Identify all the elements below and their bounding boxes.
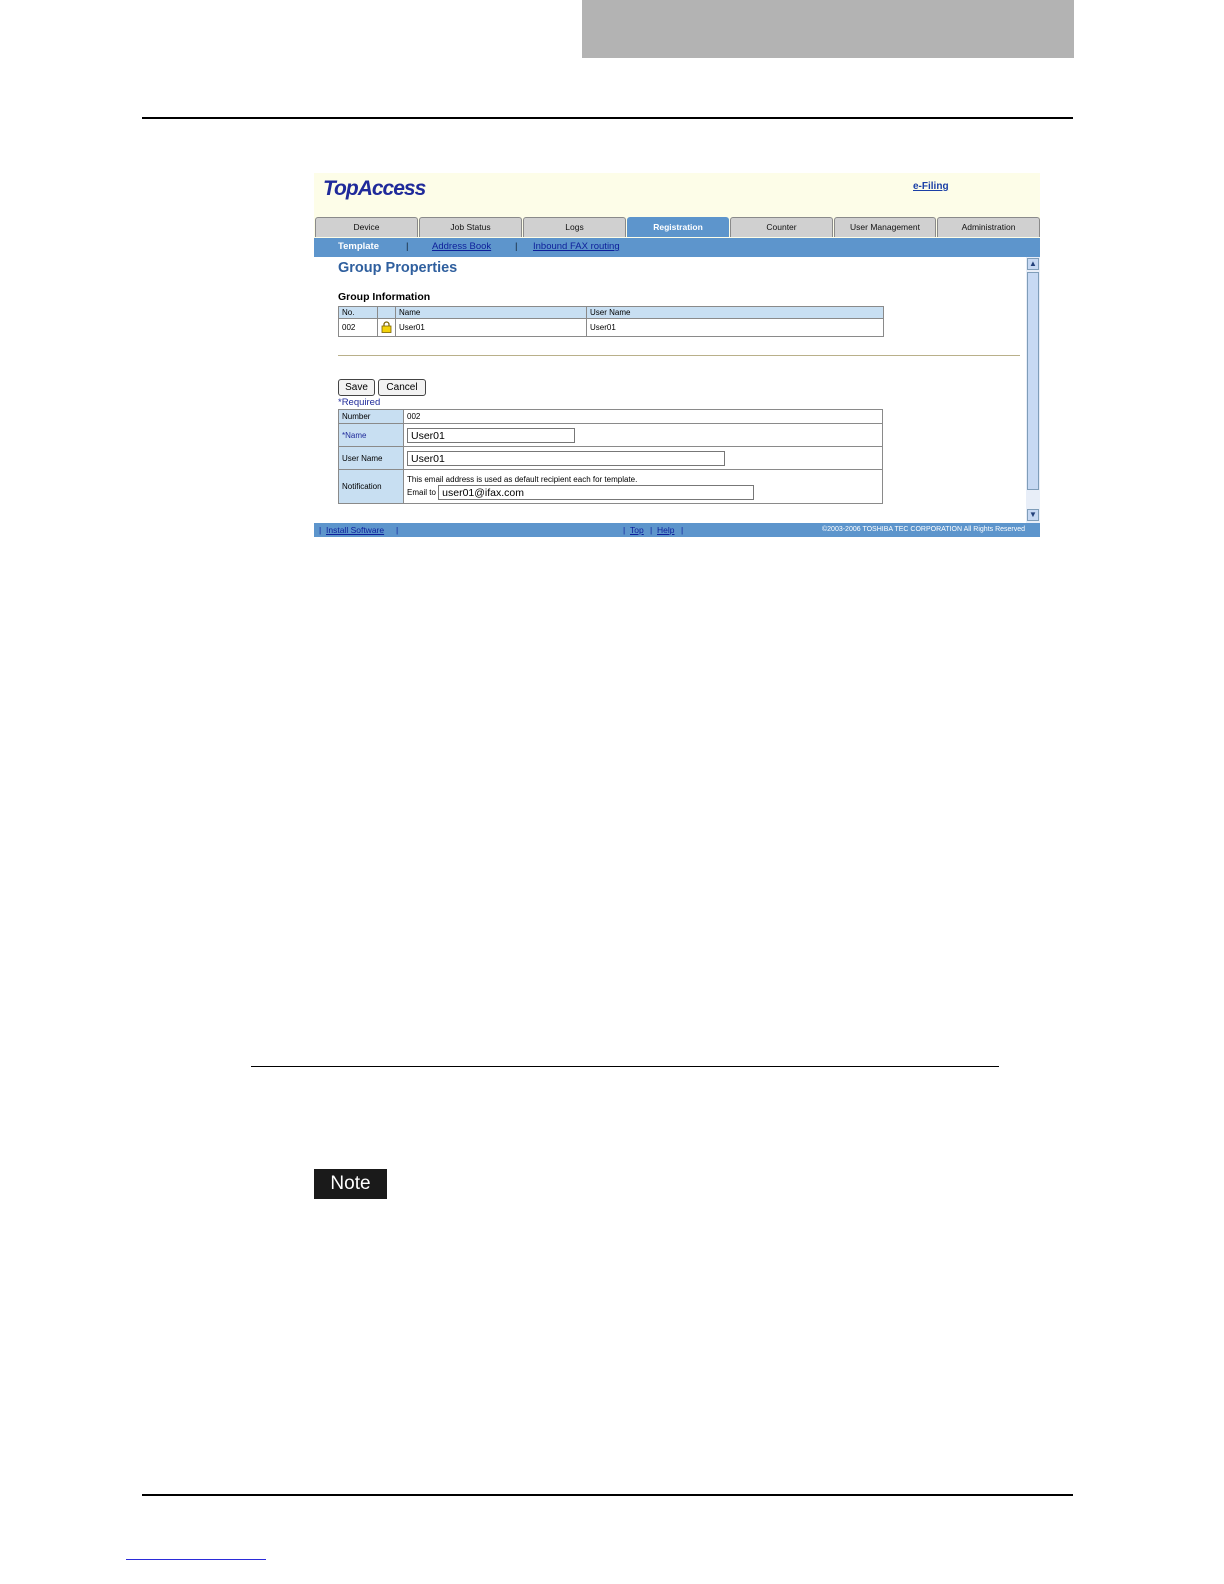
user-name-cell: User01 (403, 446, 883, 470)
footer-separator: | (681, 525, 684, 535)
install-software-link[interactable]: Install Software (326, 525, 384, 535)
footer-separator: | (650, 525, 653, 535)
footer-separator: | (319, 525, 322, 535)
scroll-up-icon[interactable]: ▲ (1027, 258, 1039, 270)
group-information-heading: Group Information (338, 291, 431, 303)
notification-label: Notification (338, 469, 404, 504)
cell-user-name: User01 (586, 318, 884, 337)
section-divider (338, 355, 1020, 356)
email-input[interactable]: user01@ifax.com (438, 484, 755, 500)
notification-text: This email address is used as default re… (407, 474, 638, 484)
copyright-text: ©2003-2006 TOSHIBA TEC CORPORATION All R… (822, 526, 1026, 533)
col-name: Name (395, 306, 587, 319)
footer-separator: | (396, 525, 399, 535)
topaccess-header: TopAccess e-Filing (314, 173, 1040, 216)
col-no: No. (338, 306, 378, 319)
name-label: *Name (338, 423, 404, 447)
cancel-button[interactable]: Cancel (378, 379, 426, 396)
topaccess-screenshot: TopAccess e-Filing Device Job Status Log… (314, 173, 1040, 537)
form-row-notification: Notification This email address is used … (338, 469, 883, 504)
bottom-rule (142, 1494, 1073, 1496)
save-button[interactable]: Save (338, 379, 375, 396)
notification-cell: This email address is used as default re… (403, 469, 883, 504)
header-gray-block (582, 0, 1074, 58)
cell-name: User01 (395, 318, 587, 337)
cell-no: 002 (338, 318, 378, 337)
tab-administration[interactable]: Administration (937, 217, 1040, 237)
col-lock (377, 306, 396, 319)
form-row-user-name: User Name User01 (338, 446, 883, 470)
footer-separator: | (623, 525, 626, 535)
efiling-link[interactable]: e-Filing (913, 181, 949, 192)
subnav-address-book[interactable]: Address Book (432, 241, 491, 252)
footer-link-underline (126, 1559, 266, 1560)
user-name-input[interactable]: User01 (407, 450, 725, 466)
table-row: 002 User01 User01 (338, 318, 884, 337)
top-link[interactable]: Top (630, 525, 644, 535)
number-label: Number (338, 409, 404, 424)
tab-user-management[interactable]: User Management (834, 217, 936, 237)
form-row-number: Number 002 (338, 409, 883, 424)
subnav-template: Template (338, 241, 380, 252)
scroll-down-icon[interactable]: ▼ (1027, 509, 1039, 521)
vertical-scrollbar[interactable]: ▲ ▼ (1026, 257, 1040, 523)
sub-navigation: Template | Address Book | Inbound FAX ro… (314, 238, 1040, 257)
note-badge: Note (314, 1169, 387, 1199)
tab-device[interactable]: Device (315, 217, 418, 237)
tab-logs[interactable]: Logs (523, 217, 626, 237)
page-title: Group Properties (338, 260, 458, 276)
main-tabs: Device Job Status Logs Registration Coun… (314, 216, 1040, 238)
tab-job-status[interactable]: Job Status (419, 217, 522, 237)
help-link[interactable]: Help (657, 525, 674, 535)
lock-cell (377, 318, 396, 337)
scroll-thumb[interactable] (1027, 272, 1039, 490)
col-user-name: User Name (586, 306, 884, 319)
email-to-label: Email to (407, 487, 436, 497)
name-input[interactable]: User01 (407, 427, 575, 443)
name-cell: User01 (403, 423, 883, 447)
tab-registration[interactable]: Registration (627, 217, 729, 237)
tab-counter[interactable]: Counter (730, 217, 833, 237)
group-information-table: No. Name User Name 002 User01 User01 (338, 306, 884, 337)
required-note: *Required (338, 397, 381, 408)
main-content: Group Properties Group Information No. N… (314, 257, 1026, 523)
topaccess-logo: TopAccess (323, 177, 426, 200)
top-rule (142, 117, 1073, 119)
user-name-label: User Name (338, 446, 404, 470)
footer-bar: | Install Software | | Top | Help | ©200… (314, 523, 1040, 537)
number-value: 002 (403, 409, 883, 424)
group-properties-form: Number 002 *Name User01 User Name User01… (338, 409, 883, 504)
subnav-separator: | (515, 241, 518, 252)
table-header-row: No. Name User Name (338, 306, 884, 319)
form-row-name: *Name User01 (338, 423, 883, 447)
section-rule (251, 1066, 999, 1067)
subnav-separator: | (406, 241, 409, 252)
lock-icon (381, 320, 392, 333)
subnav-inbound-fax-routing[interactable]: Inbound FAX routing (533, 241, 620, 252)
